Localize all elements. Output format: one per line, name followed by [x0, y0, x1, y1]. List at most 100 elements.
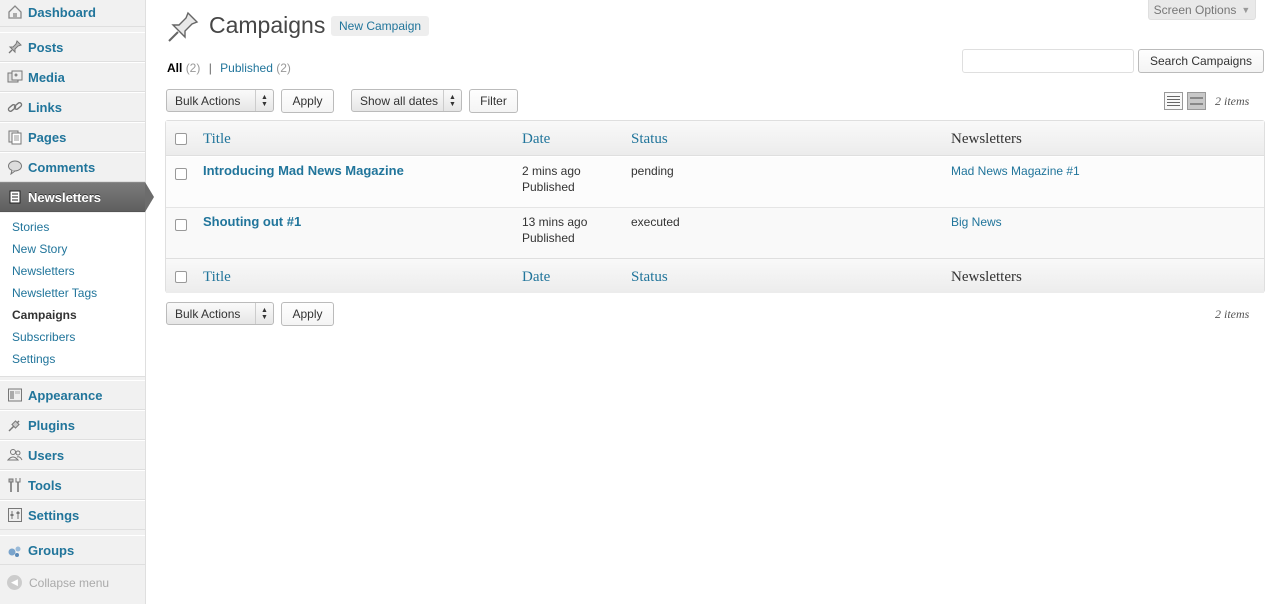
- row-date: 2 mins ago: [522, 164, 581, 178]
- screen-options-label: Screen Options: [1153, 2, 1237, 17]
- settings-icon: [7, 507, 23, 523]
- groups-icon: [7, 542, 23, 558]
- menu-label: Links: [28, 99, 62, 115]
- menu-item-settings[interactable]: Settings: [0, 500, 145, 530]
- new-campaign-button[interactable]: New Campaign: [331, 16, 430, 36]
- date-filter-label: Show all dates: [360, 93, 439, 108]
- filter-button[interactable]: Filter: [469, 89, 518, 113]
- filter-published-link[interactable]: Published: [220, 61, 273, 75]
- menu-label: Plugins: [28, 417, 75, 433]
- row-date: 13 mins ago: [522, 215, 588, 229]
- menu-item-tools[interactable]: Tools: [0, 470, 145, 500]
- menu-label: Pages: [28, 129, 67, 145]
- column-status[interactable]: Status: [631, 131, 668, 148]
- menu-label: Newsletters: [28, 189, 101, 205]
- column-title[interactable]: Title: [203, 131, 231, 148]
- select-all-checkbox[interactable]: [175, 271, 187, 283]
- link-icon: [7, 99, 23, 115]
- submenu-item-stories[interactable]: Stories: [12, 220, 49, 234]
- media-icon: [7, 69, 23, 85]
- collapse-menu-button[interactable]: ◀ Collapse menu: [7, 575, 109, 590]
- filter-all-link[interactable]: All: [167, 61, 182, 75]
- row-status: pending: [631, 164, 674, 178]
- row-newsletter-link[interactable]: Big News: [951, 214, 1002, 230]
- pushpin-icon: [166, 10, 200, 44]
- collapse-menu-label: Collapse menu: [29, 575, 110, 590]
- menu-label: Users: [28, 447, 65, 463]
- apply-button-bottom[interactable]: Apply: [281, 302, 334, 326]
- table-row: Shouting out #1 13 mins ago Published ex…: [166, 207, 1264, 258]
- campaign-title-link[interactable]: Introducing Mad News Magazine: [203, 163, 404, 179]
- bulk-actions-select[interactable]: Bulk Actions ▲ ▼: [166, 89, 274, 112]
- row-date-status: Published: [522, 231, 575, 245]
- plugin-icon: [7, 417, 23, 433]
- menu-item-comments[interactable]: Comments: [0, 152, 145, 182]
- bulk-actions-select-bottom[interactable]: Bulk Actions ▲ ▼: [166, 302, 274, 325]
- comment-icon: [7, 159, 23, 175]
- campaign-title-link[interactable]: Shouting out #1: [203, 214, 301, 230]
- bulk-actions-label: Bulk Actions: [175, 306, 241, 321]
- menu-item-groups[interactable]: Groups: [0, 535, 145, 565]
- table-row: Introducing Mad News Magazine 2 mins ago…: [166, 156, 1264, 207]
- submenu-item-new-story[interactable]: New Story: [12, 242, 67, 256]
- date-filter-select[interactable]: Show all dates ▲ ▼: [351, 89, 462, 112]
- list-view-icon[interactable]: [1164, 92, 1183, 110]
- apply-button[interactable]: Apply: [281, 89, 334, 113]
- row-checkbox[interactable]: [175, 219, 187, 231]
- submenu-item-subscribers[interactable]: Subscribers: [12, 330, 75, 344]
- menu-item-users[interactable]: Users: [0, 440, 145, 470]
- column-date[interactable]: Date: [522, 131, 550, 148]
- column-title[interactable]: Title: [203, 269, 231, 286]
- appearance-icon: [7, 387, 23, 403]
- row-newsletter-link[interactable]: Mad News Magazine #1: [951, 163, 1080, 179]
- search-input[interactable]: [962, 49, 1134, 73]
- chevron-down-icon: ▼: [1241, 4, 1251, 15]
- row-date-status: Published: [522, 180, 575, 194]
- menu-label: Dashboard: [28, 4, 96, 20]
- menu-item-media[interactable]: Media: [0, 62, 145, 92]
- users-icon: [7, 447, 23, 463]
- page-title: Campaigns: [209, 12, 326, 38]
- column-newsletters: Newsletters: [951, 269, 1022, 285]
- menu-label: Appearance: [28, 387, 103, 403]
- excerpt-view-icon[interactable]: [1187, 92, 1206, 110]
- menu-item-dashboard[interactable]: Dashboard: [0, 0, 145, 27]
- items-count-bottom: 2 items: [1215, 307, 1250, 321]
- status-filter-links: All (2) | Published (2): [167, 61, 291, 75]
- menu-item-newsletters[interactable]: Newsletters: [0, 182, 154, 212]
- filter-published-count: (2): [276, 61, 291, 75]
- submenu-item-newsletter-tags[interactable]: Newsletter Tags: [12, 286, 97, 300]
- column-newsletters: Newsletters: [951, 131, 1022, 147]
- collapse-arrow-icon: ◀: [7, 575, 22, 590]
- campaigns-table: Title Date Status Newsletters Introducin…: [165, 120, 1265, 293]
- select-arrows-icon: ▲ ▼: [255, 90, 273, 111]
- screen-options-button[interactable]: Screen Options ▼: [1148, 0, 1256, 20]
- search-campaigns-button[interactable]: Search Campaigns: [1138, 49, 1264, 73]
- menu-label: Posts: [28, 39, 64, 55]
- select-arrows-icon: ▲ ▼: [255, 303, 273, 324]
- filter-all-count: (2): [185, 61, 201, 75]
- tools-icon: [7, 477, 23, 493]
- row-status: executed: [631, 215, 680, 229]
- column-date[interactable]: Date: [522, 269, 550, 286]
- menu-label: Settings: [28, 507, 80, 523]
- table-header: Title Date Status Newsletters: [166, 121, 1264, 156]
- row-checkbox[interactable]: [175, 168, 187, 180]
- submenu-item-newsletters[interactable]: Newsletters: [12, 264, 75, 278]
- menu-item-plugins[interactable]: Plugins: [0, 410, 145, 440]
- select-all-checkbox[interactable]: [175, 133, 187, 145]
- pushpin-icon: [7, 39, 23, 55]
- newsletters-submenu: Stories New Story Newsletters Newsletter…: [0, 213, 145, 377]
- menu-item-pages[interactable]: Pages: [0, 122, 145, 152]
- select-arrows-icon: ▲ ▼: [443, 90, 461, 111]
- newsletter-icon: [7, 189, 23, 205]
- pages-icon: [7, 129, 23, 145]
- admin-sidebar: Dashboard Posts Media Links Pages Commen…: [0, 0, 154, 604]
- menu-item-links[interactable]: Links: [0, 92, 145, 122]
- menu-item-posts[interactable]: Posts: [0, 32, 145, 62]
- submenu-item-settings[interactable]: Settings: [12, 352, 55, 366]
- submenu-item-campaigns[interactable]: Campaigns: [12, 308, 77, 322]
- menu-item-appearance[interactable]: Appearance: [0, 380, 145, 410]
- column-status[interactable]: Status: [631, 269, 668, 286]
- filter-separator: |: [208, 61, 212, 75]
